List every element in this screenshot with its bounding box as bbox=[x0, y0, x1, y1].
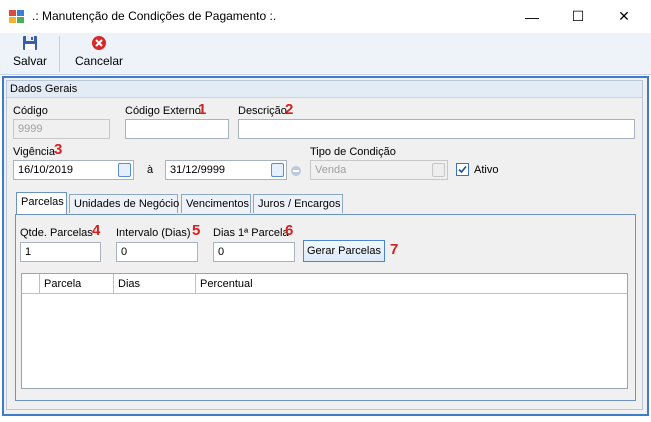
column-header-dias[interactable]: Dias bbox=[114, 274, 196, 294]
column-header-parcela[interactable]: Parcela bbox=[40, 274, 114, 294]
tab-unidades-de-negocio[interactable]: Unidades de Negócio bbox=[69, 194, 179, 213]
vigencia-end-picker[interactable]: 31/12/9999 bbox=[165, 160, 287, 180]
chevron-down-icon bbox=[432, 163, 445, 177]
intervalo-dias-label: Intervalo (Dias) bbox=[116, 227, 191, 239]
tab-vencimentos[interactable]: Vencimentos bbox=[181, 194, 251, 213]
grid-header: Parcela Dias Percentual bbox=[22, 274, 627, 294]
descricao-label: Descrição bbox=[238, 105, 287, 117]
app-icon bbox=[9, 10, 24, 23]
save-label: Salvar bbox=[12, 54, 47, 68]
group-header: Dados Gerais bbox=[7, 81, 642, 98]
tab-juros-encargos[interactable]: Juros / Encargos bbox=[253, 194, 343, 213]
tab-parcelas[interactable]: Parcelas bbox=[16, 192, 67, 215]
row-selector-header bbox=[22, 274, 40, 294]
close-button[interactable]: ✕ bbox=[601, 0, 647, 33]
qtde-parcelas-label: Qtde. Parcelas bbox=[20, 227, 93, 239]
checkmark-icon bbox=[458, 165, 467, 174]
ativo-checkbox[interactable] bbox=[456, 163, 469, 176]
marker-4: 4 bbox=[92, 222, 101, 239]
minimize-button[interactable]: — bbox=[509, 0, 555, 33]
marker-3: 3 bbox=[54, 141, 63, 158]
intervalo-dias-field[interactable]: 0 bbox=[116, 242, 198, 262]
marker-2: 2 bbox=[285, 101, 294, 118]
cancel-label: Cancelar bbox=[74, 54, 124, 68]
parcelas-grid[interactable]: Parcela Dias Percentual bbox=[21, 273, 628, 389]
vigencia-end-value: 31/12/9999 bbox=[170, 164, 226, 176]
column-header-percentual[interactable]: Percentual bbox=[196, 274, 627, 294]
eraser-icon[interactable] bbox=[290, 165, 302, 177]
cancel-icon bbox=[92, 36, 106, 50]
codigo-externo-field[interactable] bbox=[125, 119, 229, 139]
dias-primeira-parcela-field[interactable]: 0 bbox=[213, 242, 295, 262]
tipo-condicao-select: Venda bbox=[310, 160, 448, 180]
marker-6: 6 bbox=[285, 222, 294, 239]
group-title: Dados Gerais bbox=[10, 83, 78, 95]
codigo-field: 9999 bbox=[13, 119, 110, 139]
vigencia-label: Vigência bbox=[13, 146, 55, 158]
qtde-parcelas-field[interactable]: 1 bbox=[20, 242, 101, 262]
dias-primeira-parcela-label: Dias 1ª Parcela bbox=[213, 227, 289, 239]
window-title: .: Manutenção de Condições de Pagamento … bbox=[32, 9, 277, 23]
tipo-condicao-value: Venda bbox=[315, 164, 347, 176]
chevron-down-icon[interactable] bbox=[118, 163, 131, 177]
tipo-condicao-label: Tipo de Condição bbox=[310, 146, 396, 158]
minimize-icon: — bbox=[525, 8, 539, 25]
ativo-label: Ativo bbox=[474, 164, 499, 176]
gerar-parcelas-button[interactable]: Gerar Parcelas bbox=[303, 240, 385, 262]
marker-5: 5 bbox=[192, 222, 201, 239]
vigencia-start-value: 16/10/2019 bbox=[18, 164, 74, 176]
maximize-icon: ☐ bbox=[571, 8, 585, 24]
marker-1: 1 bbox=[198, 101, 207, 118]
marker-7: 7 bbox=[390, 241, 399, 258]
descricao-field[interactable] bbox=[238, 119, 635, 139]
chevron-down-icon[interactable] bbox=[271, 163, 284, 177]
toolbar-separator bbox=[59, 36, 60, 72]
codigo-externo-label: Código Externo bbox=[125, 105, 201, 117]
floppy-disk-icon bbox=[23, 36, 37, 50]
cancel-button[interactable]: Cancelar bbox=[71, 35, 127, 73]
vigencia-start-picker[interactable]: 16/10/2019 bbox=[13, 160, 134, 180]
codigo-label: Código bbox=[13, 105, 48, 117]
toolbar: Salvar Cancelar bbox=[0, 33, 651, 75]
save-button[interactable]: Salvar bbox=[8, 35, 52, 73]
vigencia-separator: à bbox=[147, 164, 154, 176]
title-bar: .: Manutenção de Condições de Pagamento … bbox=[0, 0, 651, 33]
close-icon: ✕ bbox=[618, 8, 630, 24]
maximize-button[interactable]: ☐ bbox=[555, 0, 601, 33]
